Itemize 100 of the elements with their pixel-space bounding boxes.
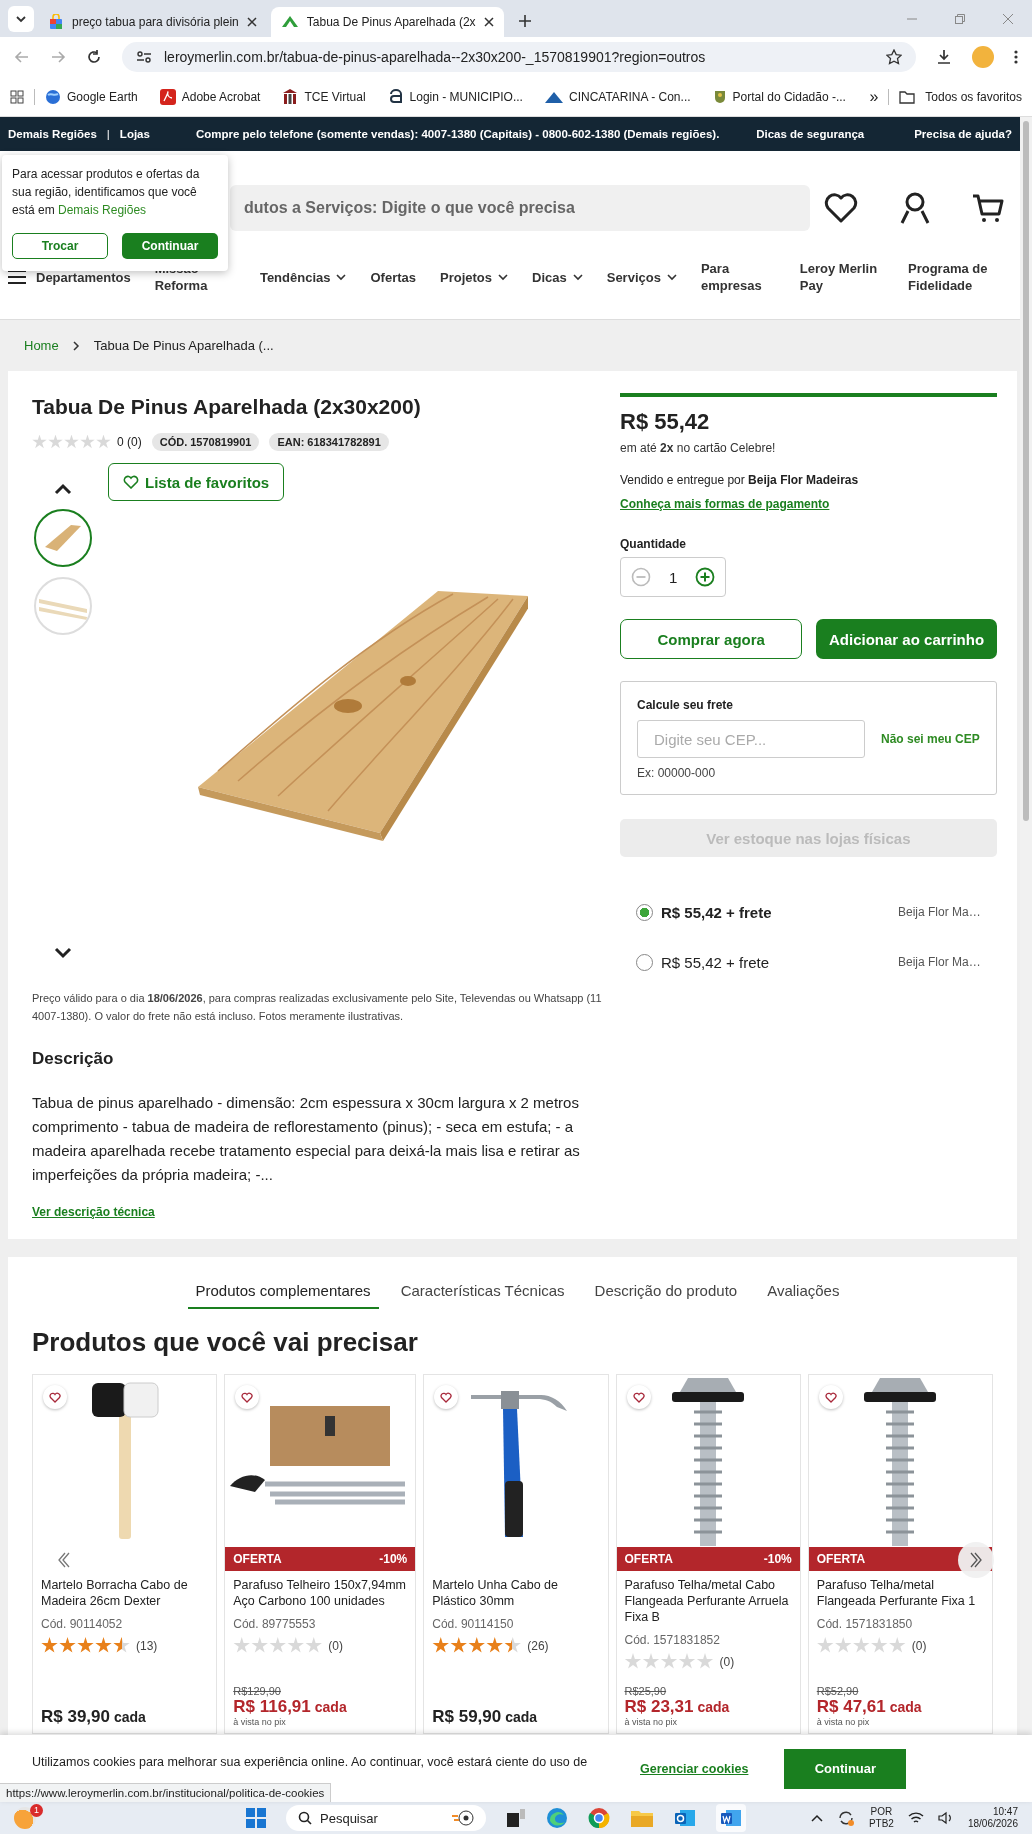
search-field[interactable]: dutos a Serviços: Digite o que você precisa (230, 185, 810, 231)
chevron-up-icon[interactable] (54, 483, 72, 495)
section-tab[interactable]: Produtos complementares (187, 1282, 379, 1309)
taskbar-search-field[interactable]: Pesquisar (286, 1805, 486, 1831)
product-code: CÓD. 1570819901 (151, 433, 260, 451)
restore-icon[interactable] (954, 12, 966, 25)
bookmark-star-icon[interactable] (886, 49, 902, 65)
section-tab[interactable]: Características Técnicas (392, 1282, 573, 1309)
product-tile[interactable]: OFERTA -10% Parafuso Telheiro 150x7,94mm Aço Carbono 100 unidades Cód. 89775553 (0) R$129,90 R$ 116,91 cada à vista no pix (224, 1374, 417, 1734)
nav-link[interactable]: Programa de Fidelidade (908, 260, 1004, 294)
popup-button[interactable]: Trocar (12, 233, 108, 259)
browser-tab[interactable]: preço tabua para divisória plein (38, 7, 267, 37)
nav-dropdown[interactable]: Tendências (259, 269, 347, 285)
bookmark-link[interactable]: TCE Virtual (304, 89, 366, 104)
product-price: R$ 59,90 (432, 1707, 502, 1727)
seller-offer-option[interactable]: R$ 55,42 + frete Beija Flor Ma… (636, 887, 981, 937)
document-app-icon[interactable] (720, 1808, 742, 1828)
bookmark-link[interactable]: Login - MUNICIPIO... (409, 89, 523, 104)
zip-code-field[interactable]: Digite seu CEP... (637, 720, 865, 758)
wifi-icon[interactable] (907, 1811, 924, 1825)
heart-icon[interactable] (824, 193, 858, 223)
manage-cookies-link[interactable]: Gerenciar cookies (640, 1761, 749, 1776)
carousel-next-button[interactable] (958, 1542, 994, 1578)
chevron-down-icon[interactable] (54, 947, 72, 959)
region-link[interactable]: Demais Regiões (58, 203, 147, 217)
speaker-icon[interactable] (937, 1811, 954, 1825)
favorites-button[interactable]: Lista de favoritos (108, 463, 285, 501)
nav-dropdown[interactable]: Projetos (440, 269, 508, 285)
bookmark-link[interactable]: Google Earth (67, 89, 138, 104)
browser-app-icon[interactable] (546, 1807, 568, 1829)
buy-now-button[interactable]: Comprar agora (620, 619, 803, 659)
payment-methods-link[interactable]: Conheça mais formas de pagamento (620, 497, 997, 511)
add-to-cart-button[interactable]: Adicionar ao carrinho (816, 619, 997, 659)
nav-link[interactable]: Para empresas (700, 260, 776, 294)
technical-description-link[interactable]: Ver descrição técnica (32, 1205, 606, 1219)
favorite-button[interactable] (235, 1385, 260, 1409)
unknown-zip-link[interactable]: Não sei meu CEP (881, 732, 980, 746)
bookmark-link[interactable]: Portal do Cidadão -... (732, 89, 846, 104)
address-field[interactable]: leroymerlin.com.br/tabua-de-pinus-aparelhada--2x30x200-_1570819901?region=outros (122, 42, 916, 72)
breadcrumb-link[interactable]: Home (24, 338, 59, 353)
top-bar-link[interactable]: Precisa de ajuda? (914, 128, 1012, 140)
popup-button[interactable]: Continuar (122, 233, 218, 259)
more-bookmarks-button[interactable]: » (869, 87, 879, 106)
plus-icon[interactable] (695, 567, 716, 587)
reload-icon[interactable] (86, 49, 102, 65)
chevron-up-icon[interactable] (810, 1814, 823, 1822)
product-code: Cód. 90114150 (432, 1617, 515, 1631)
favorite-button[interactable] (626, 1385, 651, 1409)
stores-link[interactable]: Lojas (119, 128, 150, 140)
language-text[interactable]: POR (870, 1806, 893, 1818)
mail-app-icon[interactable] (674, 1808, 696, 1828)
windows-logo-icon[interactable] (246, 1808, 266, 1828)
all-bookmarks-link[interactable]: Todos os favoritos (925, 89, 1022, 104)
seller-offer-option[interactable]: R$ 55,42 + frete Beija Flor Ma… (636, 937, 981, 987)
product-name: Martelo Borracha Cabo de Madeira 26cm Dexter (41, 1577, 189, 1609)
new-tab-icon[interactable] (517, 14, 532, 28)
price-unit: cada (889, 1699, 922, 1715)
favorite-button[interactable] (434, 1385, 459, 1409)
section-tab[interactable]: Avaliações (759, 1282, 848, 1309)
clock-time[interactable]: 10:47 (992, 1806, 1018, 1818)
review-count: (26) (527, 1638, 549, 1653)
site-info-icon[interactable] (136, 50, 152, 64)
product-name: Parafuso Telheiro 150x7,94mm Aço Carbono 100 unidades (233, 1577, 408, 1609)
product-tile[interactable]: Martelo Unha Cabo de Plástico 30mm Cód. 90114150 (26) R$ 59,90 cada (423, 1374, 609, 1734)
nav-dropdown[interactable]: Dicas (532, 269, 583, 285)
region-link[interactable]: Demais Regiões (8, 128, 97, 140)
clock-date[interactable]: 18/06/2026 (967, 1818, 1018, 1830)
nav-dropdown[interactable]: Serviços (606, 269, 677, 285)
product-tile[interactable]: OFERTA -10% Parafuso Telha/metal Cabo Flangeada Perfurante Arruela Fixa B Cód. 1571831852 (0) R$25,90 R$ 23,31 cada à vista no pix (615, 1374, 801, 1734)
favorite-button[interactable] (818, 1385, 843, 1409)
section-tab[interactable]: Descrição do produto (586, 1282, 746, 1309)
tab-list-icon[interactable] (8, 6, 34, 32)
nav-link[interactable]: Leroy Merlin Pay (799, 260, 884, 294)
weather-icon[interactable] (14, 1807, 36, 1829)
bookmark-link[interactable]: Adobe Acrobat (181, 89, 261, 104)
chrome-app-icon[interactable] (588, 1807, 610, 1829)
old-price: R$52,90 (816, 1685, 860, 1697)
nav-link[interactable]: Ofertas (370, 268, 416, 286)
apps-grid-icon[interactable] (10, 89, 24, 104)
departments-menu-button[interactable]: Departamentos (8, 269, 131, 285)
bookmark-link[interactable]: CINCATARINA - Con... (568, 89, 691, 104)
sync-icon[interactable] (836, 1809, 855, 1827)
close-icon[interactable] (483, 17, 494, 27)
user-icon[interactable] (900, 192, 930, 224)
image-thumbnail[interactable] (34, 509, 92, 567)
favorite-button[interactable] (43, 1385, 67, 1409)
download-icon[interactable] (936, 49, 952, 65)
top-bar-link[interactable]: Dicas de segurança (756, 128, 865, 140)
product-tile[interactable]: OFERTA Parafuso Telha/metal Flangeada Perfurante Fixa 1 Cód. 1571831850 (0) R$52,90 R$ 47,61 cada à vista no pix (807, 1374, 993, 1734)
close-icon[interactable] (246, 17, 257, 27)
accept-cookies-button[interactable]: Continuar (784, 1748, 907, 1789)
browser-tab[interactable]: Tabua De Pinus Aparelhada (2x (270, 7, 504, 37)
cookie-notice-text: Utilizamos cookies para melhorar sua experiência online. Ao continuar, você estará ciente do uso de (32, 1754, 589, 1769)
radio-button[interactable] (636, 903, 653, 921)
task-view-icon[interactable] (506, 1808, 526, 1828)
breadcrumb-link[interactable]: Tabua De Pinus Aparelhada (... (93, 338, 274, 353)
keyboard-layout-text[interactable]: PTB2 (868, 1818, 894, 1830)
payment-note: à vista no pix (816, 1717, 871, 1727)
more-icon[interactable] (1014, 49, 1018, 65)
cart-icon[interactable] (972, 193, 1004, 223)
